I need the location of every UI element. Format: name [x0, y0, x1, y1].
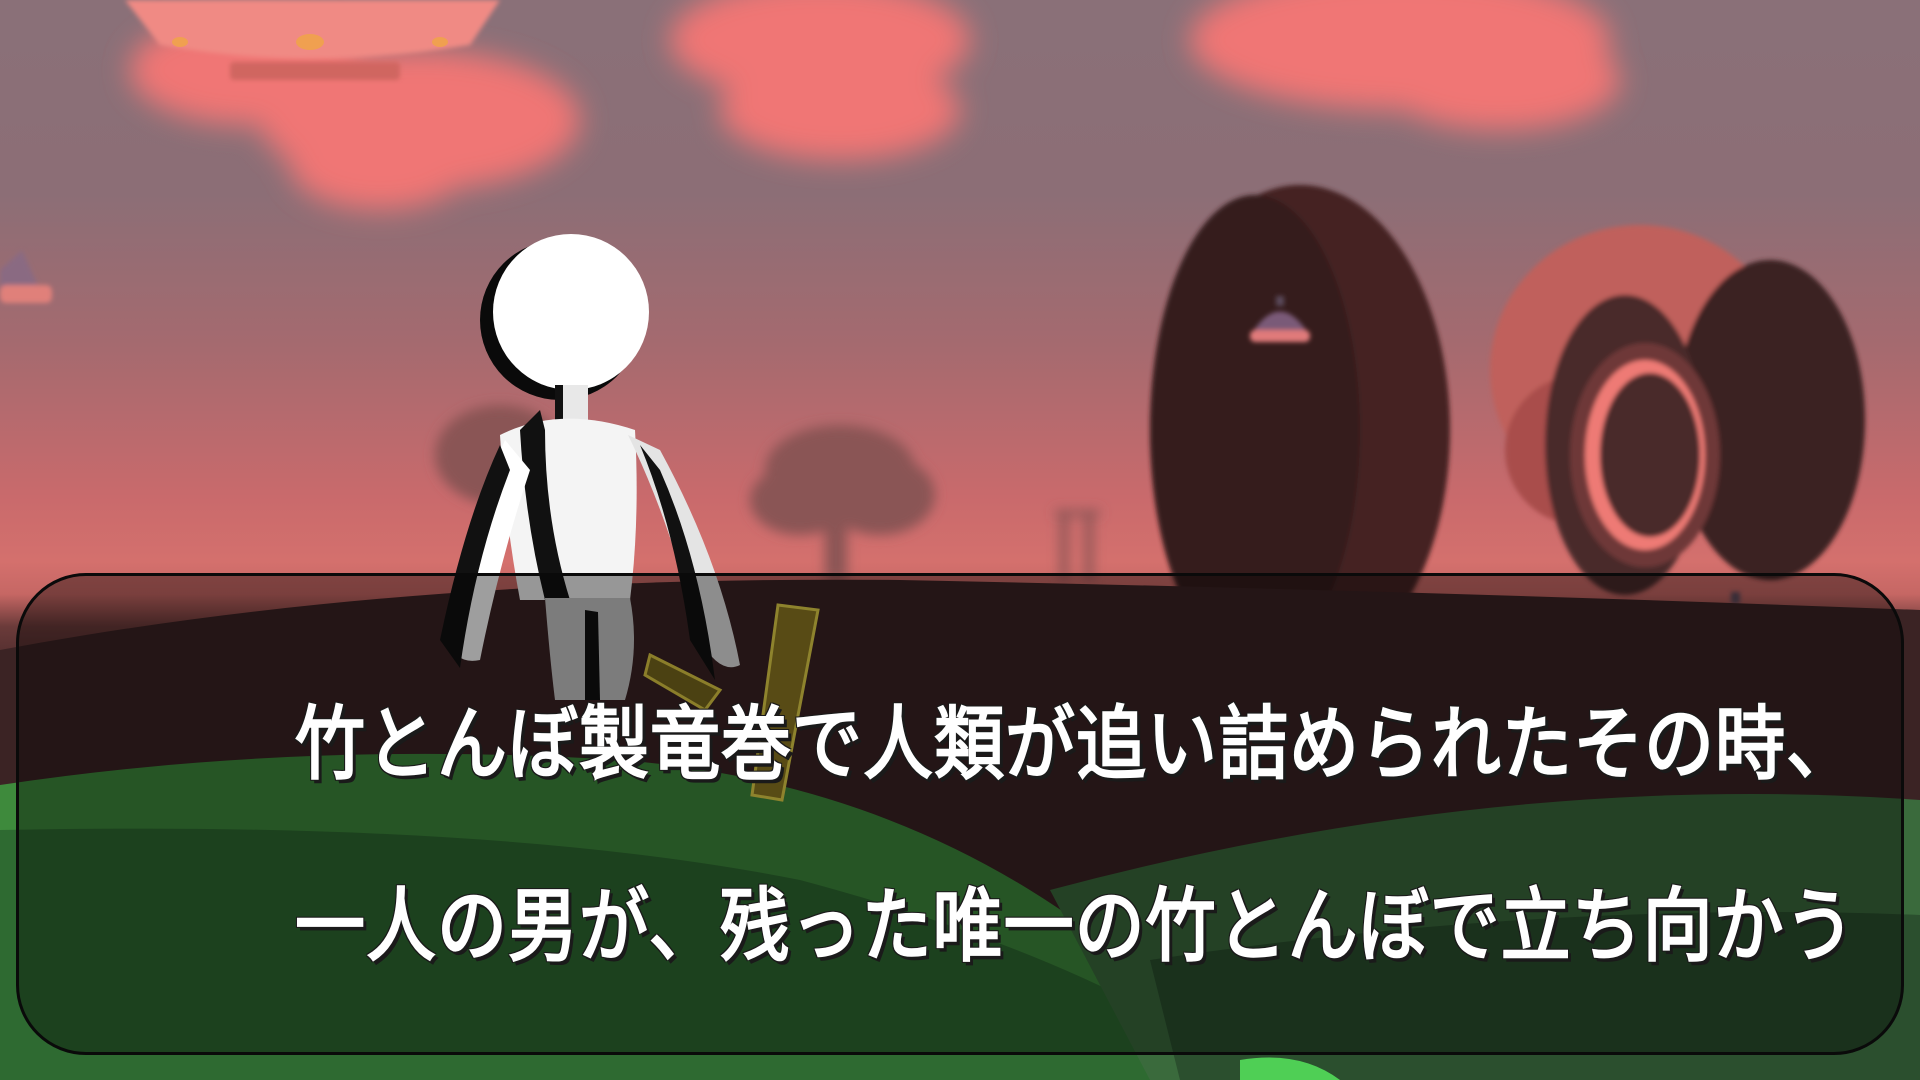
game-scene: 竹とんぼ製竜巻で人類が追い詰められたその時、 一人の男が、残った唯一の竹とんぼで…	[0, 0, 1920, 1080]
dialogue-line-1: 竹とんぼ製竜巻で人類が追い詰められたその時、	[295, 697, 1857, 792]
dialogue-box[interactable]	[16, 573, 1904, 1055]
dialogue-line-2: 一人の男が、残った唯一の竹とんぼで立ち向かう	[295, 879, 1856, 974]
